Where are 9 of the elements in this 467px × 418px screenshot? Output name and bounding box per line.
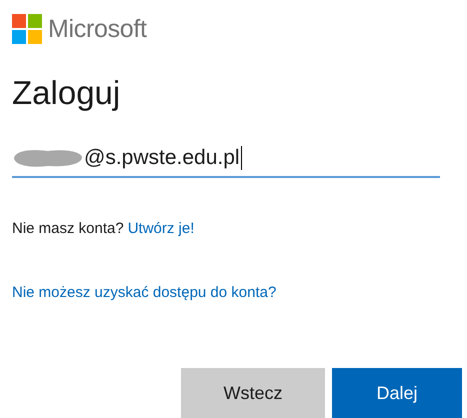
create-account-link[interactable]: Utwórz je!: [128, 220, 194, 237]
brand-name: Microsoft: [48, 14, 147, 44]
next-button[interactable]: Dalej: [332, 368, 462, 418]
back-button[interactable]: Wstecz: [181, 368, 325, 418]
no-account-text: Nie masz konta?: [12, 220, 124, 237]
email-field[interactable]: @s.pwste.edu.pl: [12, 140, 440, 178]
page-title: Zaloguj: [12, 74, 122, 112]
logo-icon: [12, 14, 42, 44]
account-access-link[interactable]: Nie możesz uzyskać dostępu do konta?: [12, 284, 276, 301]
